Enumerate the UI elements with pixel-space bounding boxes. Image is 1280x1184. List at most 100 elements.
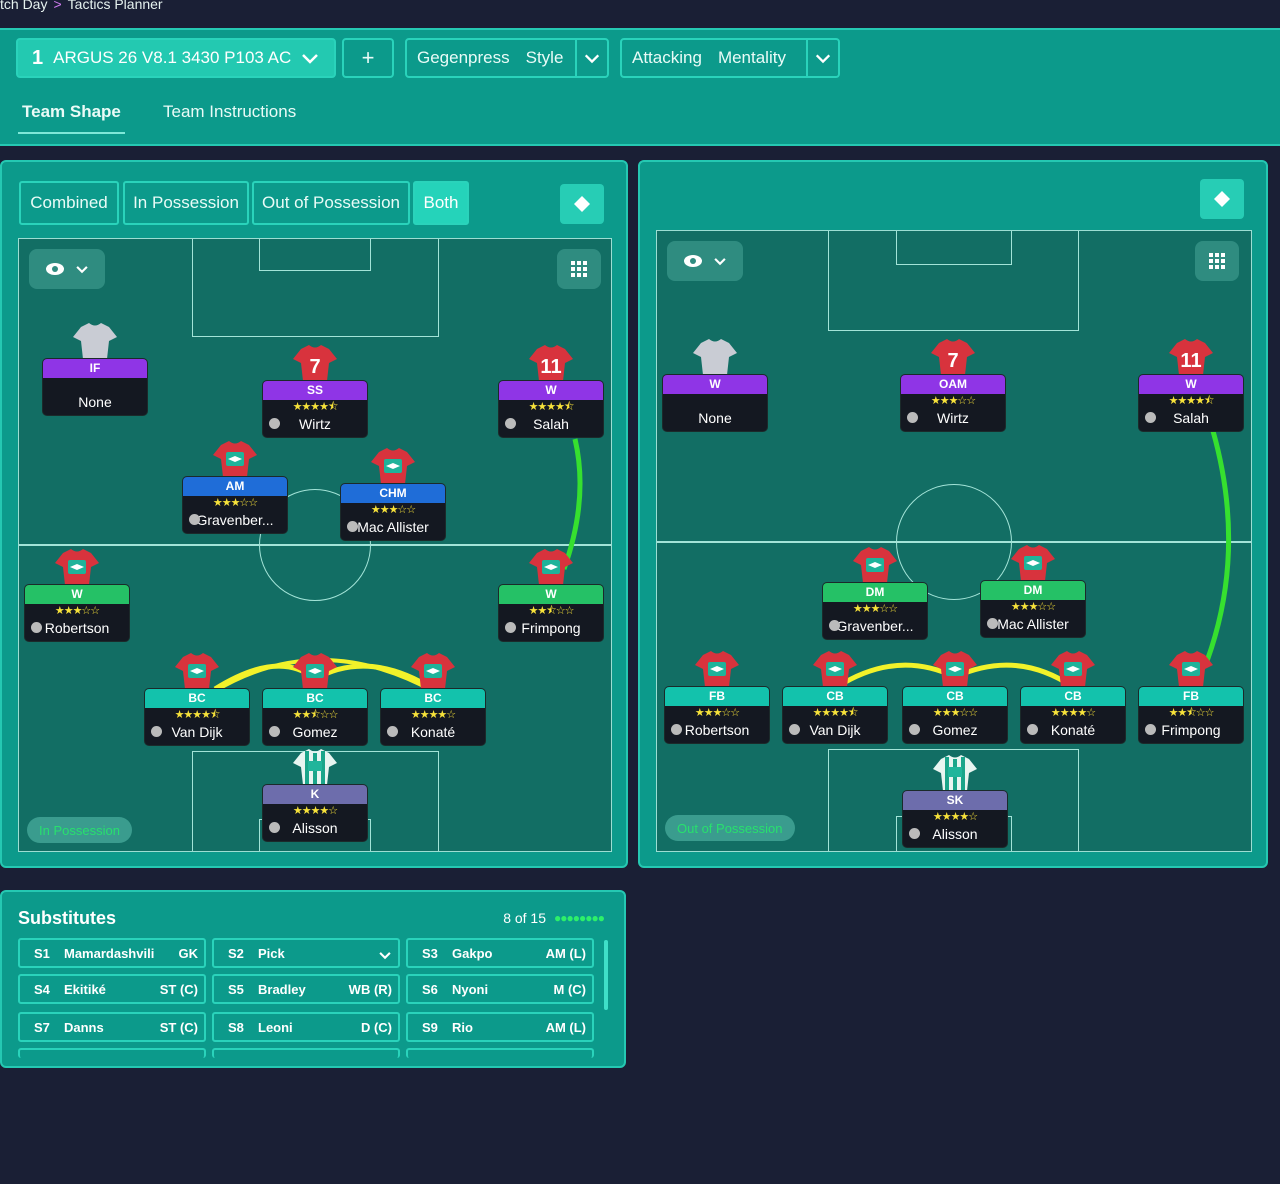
substitute-slot[interactable]: S8 Leoni D (C): [212, 1012, 400, 1042]
substitute-slot[interactable]: S9 Rio AM (L): [406, 1012, 594, 1042]
player-name-row: Gravenber...: [183, 510, 287, 530]
player-role: AM: [183, 477, 287, 496]
player-name: Van Dijk: [171, 724, 223, 740]
style-dropdown-button[interactable]: [575, 40, 607, 76]
player-card[interactable]: W ★★★★⯪ Salah: [1139, 375, 1243, 431]
player-name: Alisson: [932, 826, 978, 842]
player-card[interactable]: AM ★★★☆☆ Gravenber...: [183, 477, 287, 533]
substitute-slot-partial[interactable]: [18, 1048, 206, 1058]
player-card[interactable]: OAM ★★★☆☆ Wirtz: [901, 375, 1005, 431]
substitute-slot[interactable]: S2 Pick: [212, 938, 400, 968]
view-in-possession-button[interactable]: In Possession: [123, 181, 249, 225]
player-card[interactable]: FB ★★★☆☆ Robertson: [665, 687, 769, 743]
grid-view-button[interactable]: [557, 249, 601, 289]
substitute-slot[interactable]: S6 Nyoni M (C): [406, 974, 594, 1004]
player-shirt-icon: [213, 441, 257, 477]
substitute-name: Rio: [452, 1019, 473, 1035]
visibility-toggle-button[interactable]: [29, 249, 105, 289]
player-card[interactable]: CB ★★★★⯪ Van Dijk: [783, 687, 887, 743]
player-name-row: Van Dijk: [783, 720, 887, 740]
pitch-in-possession: In Possession IF None 7 SS ★★★★⯪ Wirtz 11 W ★★★★…: [18, 238, 612, 852]
player-card[interactable]: W ★★★★⯪ Salah: [499, 381, 603, 437]
player-role: W: [499, 381, 603, 400]
substitutes-count-text: 8 of 15: [503, 910, 547, 926]
player-shirt-icon: [73, 323, 117, 359]
substitute-slot[interactable]: S5 Bradley WB (R): [212, 974, 400, 1004]
player-rating: ★★★☆☆: [852, 603, 898, 615]
mentality-dropdown-button[interactable]: [806, 40, 838, 76]
pitch-options-button[interactable]: [560, 184, 604, 224]
player-role: FB: [1139, 687, 1243, 706]
substitutes-count: 8 of 15 ●●●●●●●●: [503, 910, 605, 926]
player-card[interactable]: W None: [663, 375, 767, 431]
player-card[interactable]: FB ★★⯪☆☆ Frimpong: [1139, 687, 1243, 743]
player-card[interactable]: DM ★★★☆☆ Gravenber...: [823, 583, 927, 639]
substitute-slot[interactable]: S7 Danns ST (C): [18, 1012, 206, 1042]
substitute-slot-id: S3: [422, 945, 438, 961]
grid-view-button[interactable]: [1195, 241, 1239, 281]
tactic-selector[interactable]: 1 ARGUS 26 V8.1 3430 P103 AC: [16, 38, 336, 78]
player-card[interactable]: BC ★★★★⯪ Van Dijk: [145, 689, 249, 745]
substitute-slot-partial[interactable]: [212, 1048, 400, 1058]
player-role: W: [25, 585, 129, 604]
substitutes-count-pips: ●●●●●●●●: [554, 911, 605, 925]
player-shirt-icon: [55, 549, 99, 585]
player-card[interactable]: CB ★★★☆☆ Gomez: [903, 687, 1007, 743]
tactic-name: ARGUS 26 V8.1 3430 P103 AC: [53, 48, 292, 67]
substitute-slot[interactable]: S1 Mamardashvili GK: [18, 938, 206, 968]
player-card[interactable]: BC ★★★★☆ Konaté: [381, 689, 485, 745]
in-possession-label: In Possession: [27, 817, 132, 843]
player-name: None: [78, 394, 112, 410]
player-name: Konaté: [410, 724, 456, 740]
view-out-of-possession-button[interactable]: Out of Possession: [252, 181, 410, 225]
person-icon: [789, 724, 800, 735]
person-icon: [347, 521, 358, 532]
tab-team-instructions[interactable]: Team Instructions: [163, 102, 296, 122]
player-role: BC: [381, 689, 485, 708]
substitute-position: AM (L): [545, 1019, 586, 1035]
tab-team-shape[interactable]: Team Shape: [18, 102, 125, 134]
player-name: Van Dijk: [809, 722, 861, 738]
right-pitch-panel: Out of Possession W None 7 OAM ★★★☆☆ Wirtz 11 W…: [638, 160, 1268, 868]
view-combined-button[interactable]: Combined: [19, 181, 119, 225]
substitute-name: Danns: [64, 1019, 104, 1035]
person-icon: [1027, 724, 1038, 735]
substitute-name: Mamardashvili: [64, 945, 155, 961]
player-shirt-icon: [1051, 651, 1095, 687]
substitute-slot[interactable]: S4 Ekitiké ST (C): [18, 974, 206, 1004]
style-selector[interactable]: Gegenpress Style: [405, 38, 609, 78]
player-name: Gravenber...: [196, 512, 274, 528]
player-name-row: Salah: [1139, 408, 1243, 428]
player-card[interactable]: SK ★★★★☆ Alisson: [903, 791, 1007, 847]
breadcrumb-parent[interactable]: tch Day: [0, 0, 47, 12]
player-card[interactable]: BC ★★⯪☆☆ Gomez: [263, 689, 367, 745]
player-card[interactable]: DM ★★★☆☆ Mac Allister: [981, 581, 1085, 637]
player-role: K: [263, 785, 367, 804]
player-shirt-icon: [175, 653, 219, 689]
substitute-slot[interactable]: S3 Gakpo AM (L): [406, 938, 594, 968]
substitutes-title: Substitutes: [18, 908, 117, 928]
player-name: Gomez: [292, 724, 338, 740]
visibility-toggle-button[interactable]: [667, 241, 743, 281]
person-icon: [151, 726, 162, 737]
player-name-row: Robertson: [665, 720, 769, 740]
chevron-down-icon: [815, 54, 831, 64]
player-card[interactable]: SS ★★★★⯪ Wirtz: [263, 381, 367, 437]
substitute-slot-partial[interactable]: [406, 1048, 594, 1058]
player-card[interactable]: W ★★★☆☆ Robertson: [25, 585, 129, 641]
mentality-selector[interactable]: Attacking Mentality: [620, 38, 840, 78]
player-card[interactable]: K ★★★★☆ Alisson: [263, 785, 367, 841]
out-of-possession-label: Out of Possession: [665, 815, 795, 841]
player-card[interactable]: W ★★⯪☆☆ Frimpong: [499, 585, 603, 641]
person-icon: [387, 726, 398, 737]
view-both-button[interactable]: Both: [413, 181, 469, 225]
player-card[interactable]: IF None: [43, 359, 147, 415]
player-shirt-icon: [1011, 545, 1055, 581]
player-name-row: Alisson: [903, 824, 1007, 844]
substitute-slot-id: S8: [228, 1019, 244, 1035]
add-tactic-button[interactable]: +: [342, 38, 394, 78]
player-card[interactable]: CHM ★★★☆☆ Mac Allister: [341, 484, 445, 540]
pitch-options-button[interactable]: [1200, 179, 1244, 219]
substitutes-scrollbar[interactable]: [604, 940, 608, 1010]
player-card[interactable]: CB ★★★★☆ Konaté: [1021, 687, 1125, 743]
